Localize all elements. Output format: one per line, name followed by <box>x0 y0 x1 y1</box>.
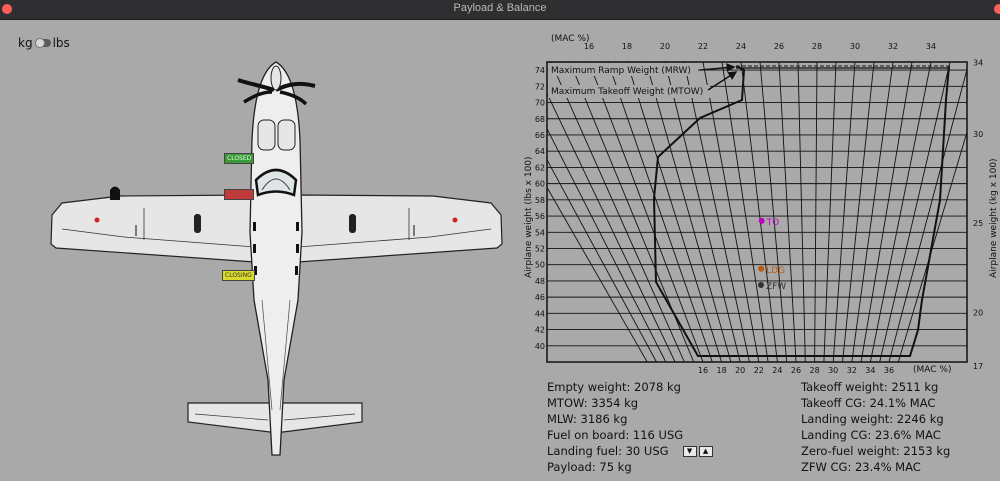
mac-gridline <box>588 62 704 362</box>
mac-gridline <box>550 62 685 362</box>
left-tick-label: 54 <box>535 228 545 237</box>
mac-gridline <box>832 62 856 362</box>
left-tick-label: 40 <box>535 342 545 351</box>
mac-gridline <box>547 186 648 362</box>
top-tick-label: 28 <box>812 42 822 51</box>
right-tick-label: 30 <box>973 130 983 139</box>
mac-gridline <box>759 62 788 362</box>
left-axis-label: Airplane weight (lbs x 100) <box>524 156 534 278</box>
left-tick-label: 46 <box>535 293 545 302</box>
top-tick-label: 34 <box>926 42 936 51</box>
left-tick-label: 70 <box>535 99 545 108</box>
window-control-button[interactable] <box>994 4 1000 14</box>
empty-weight-text: Empty weight: 2078 kg <box>547 380 681 394</box>
landing-fuel-decrease-button[interactable]: ▼ <box>682 446 697 457</box>
payload-text: Payload: 75 kg <box>547 460 632 474</box>
left-tick-label: 72 <box>535 82 545 91</box>
mac-gridline <box>823 62 837 362</box>
mlw-text: MLW: 3186 kg <box>547 412 628 426</box>
mac-gridline <box>683 62 750 362</box>
landing-cg-text: Landing CG: 23.6% MAC <box>801 428 941 442</box>
top-tick-label: 30 <box>850 42 860 51</box>
right-tick-label: 17 <box>973 362 983 371</box>
left-tick-label: 68 <box>535 115 545 124</box>
main-content: kg lbs CLOSED CLOSING 16 18 20 22 24 26 … <box>0 20 1000 481</box>
window-title: Payload & Balance <box>453 2 547 14</box>
weight-balance-chart: 16 18 20 22 24 26 28 30 32 3416 18 20 22 24 26 28 30 32 34… <box>524 34 999 375</box>
left-tick-label: 64 <box>535 147 545 156</box>
landing-weight-text: Landing weight: 2246 kg <box>801 412 944 426</box>
left-tick-label: 58 <box>535 196 545 205</box>
top-tick-label: 26 <box>774 42 784 51</box>
bottom-tick-label: 26 <box>791 366 801 375</box>
bottom-tick-label: 24 <box>772 366 782 375</box>
mtow-text: MTOW: 3354 kg <box>547 396 639 410</box>
cg-point-zfw <box>757 281 764 288</box>
mac-gridline <box>778 62 797 362</box>
landing-fuel-text: Landing fuel: 30 USG <box>547 444 669 458</box>
bottom-tick-label: 22 <box>754 366 764 375</box>
bottom-axis-label: (MAC %) <box>913 365 951 375</box>
right-tick-label: 34 <box>973 58 983 67</box>
mac-gridline <box>879 62 951 362</box>
left-tick-label: 56 <box>535 212 545 221</box>
top-tick-label: 22 <box>698 42 708 51</box>
mac-gridline <box>645 62 732 362</box>
stats-right: Takeoff weight: 2511 kg Takeoff CG: 24.1… <box>801 379 950 475</box>
left-tick-label: 48 <box>535 277 545 286</box>
bottom-tick-label: 18 <box>717 366 727 375</box>
top-tick-label: 32 <box>888 42 898 51</box>
right-axis-label: Airplane weight (kg x 100) <box>989 158 999 278</box>
bottom-tick-label: 16 <box>698 366 708 375</box>
top-tick-label: 20 <box>660 42 670 51</box>
bottom-tick-label: 32 <box>847 366 857 375</box>
bottom-tick-label: 34 <box>865 366 875 375</box>
cg-point-ldg <box>758 265 765 272</box>
cg-point-label-zfw: ZFW <box>766 282 786 292</box>
zero-fuel-weight-text: Zero-fuel weight: 2153 kg <box>801 444 951 458</box>
right-tick-label: 25 <box>973 219 983 228</box>
top-tick-label: 24 <box>736 42 746 51</box>
landing-fuel-stepper[interactable]: ▼ ▲ <box>682 446 713 457</box>
mac-gridline <box>626 62 723 362</box>
left-tick-label: 44 <box>535 309 545 318</box>
bottom-tick-label: 36 <box>884 366 894 375</box>
mtow-label: Maximum Takeoff Weight (MTOW) <box>551 87 703 97</box>
left-tick-label: 52 <box>535 244 545 253</box>
mrw-label: Maximum Ramp Weight (MRW) <box>551 66 691 76</box>
fuel-on-board-text: Fuel on board: 116 USG <box>547 428 684 442</box>
left-tick-label: 42 <box>535 326 545 335</box>
right-tick-label: 20 <box>973 309 983 318</box>
takeoff-weight-text: Takeoff weight: 2511 kg <box>801 380 939 394</box>
takeoff-cg-text: Takeoff CG: 24.1% MAC <box>801 396 936 410</box>
mac-gridline <box>797 62 806 362</box>
mac-gridline <box>740 62 778 362</box>
title-bar: Payload & Balance <box>0 0 1000 20</box>
bottom-tick-label: 30 <box>828 366 838 375</box>
mac-gridline <box>814 62 818 362</box>
cg-point-to <box>758 217 765 224</box>
landing-fuel-increase-button[interactable]: ▲ <box>698 446 713 457</box>
left-tick-label: 60 <box>535 180 545 189</box>
stats-left: Empty weight: 2078 kg MTOW: 3354 kg MLW:… <box>547 379 713 475</box>
left-tick-label: 66 <box>535 131 545 140</box>
mac-gridline <box>607 62 713 362</box>
top-axis-label: (MAC %) <box>551 34 589 44</box>
mac-gridline <box>702 62 760 362</box>
cg-point-label-ldg: LDG <box>766 266 785 276</box>
left-tick-label: 74 <box>535 66 545 75</box>
bottom-tick-label: 28 <box>810 366 820 375</box>
landing-fuel-row: Landing fuel: 30 USG ▼ ▲ <box>547 443 713 459</box>
top-tick-label: 18 <box>622 42 632 51</box>
cg-point-label-to: TO <box>766 218 780 228</box>
left-tick-label: 50 <box>535 261 545 270</box>
left-tick-label: 62 <box>535 163 545 172</box>
zfw-cg-text: ZFW CG: 23.4% MAC <box>801 460 921 474</box>
bottom-tick-label: 20 <box>735 366 745 375</box>
